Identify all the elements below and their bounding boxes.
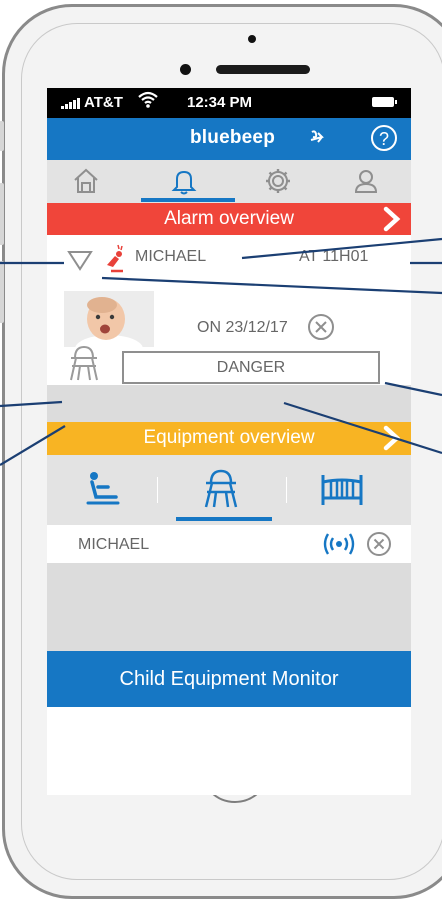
equipment-overview-bar[interactable]: Equipment overview <box>47 422 411 455</box>
dismiss-alarm-icon[interactable] <box>307 313 335 346</box>
tab-car-seat[interactable] <box>84 469 124 514</box>
volume-up-button <box>0 183 4 245</box>
expand-triangle-icon[interactable] <box>67 249 93 276</box>
status-bar: AT&T 12:34 PM <box>47 88 411 118</box>
app-screen: AT&T 12:34 PM bluebeep ? Alarm overview … <box>47 88 411 795</box>
help-button[interactable]: ? <box>371 125 397 151</box>
alarm-time: AT 11H01 <box>299 248 369 265</box>
mute-switch <box>0 121 4 151</box>
volume-down-button <box>0 261 4 323</box>
equipment-tab-bar <box>47 455 411 525</box>
remove-device-icon[interactable] <box>366 531 392 562</box>
equipment-tab-indicator <box>176 517 272 521</box>
tab-profile[interactable] <box>351 166 387 198</box>
home-icon <box>71 168 101 200</box>
crib-icon <box>320 475 364 511</box>
signal-broadcast-icon <box>321 532 357 561</box>
front-camera <box>180 64 191 75</box>
signal-icon <box>61 98 80 109</box>
alarm-child-name: MICHAEL <box>135 248 207 265</box>
tab-settings[interactable] <box>263 166 299 198</box>
tab-crib[interactable] <box>320 471 364 512</box>
device-row[interactable]: MICHAEL <box>47 525 411 563</box>
proximity-sensor <box>248 35 256 43</box>
user-icon <box>351 170 381 200</box>
tab-separator <box>157 477 158 503</box>
app-logo: bluebeep <box>190 127 276 148</box>
tab-home[interactable] <box>71 166 107 198</box>
clock: 12:34 PM <box>187 94 253 111</box>
gear-icon <box>263 169 293 200</box>
section-spacer <box>47 385 411 422</box>
main-tab-bar <box>47 160 411 203</box>
child-photo <box>64 291 154 347</box>
tab-separator <box>286 477 287 503</box>
status-badge: DANGER <box>122 351 380 384</box>
alarm-overview-bar[interactable]: Alarm overview <box>47 203 411 235</box>
tab-high-chair[interactable] <box>201 467 241 514</box>
chevron-right-icon <box>381 425 403 458</box>
alarm-overview-title: Alarm overview <box>164 208 294 229</box>
car-seat-icon <box>84 472 124 513</box>
logo-mark-icon <box>309 126 331 154</box>
wifi-icon <box>137 90 159 113</box>
footer-banner: Child Equipment Monitor <box>47 651 411 707</box>
app-header: bluebeep ? <box>47 118 411 160</box>
battery-icon <box>372 97 397 107</box>
equipment-overview-title: Equipment overview <box>143 427 315 448</box>
tab-active-indicator <box>141 198 235 202</box>
earpiece-speaker <box>216 65 310 74</box>
device-name: MICHAEL <box>78 536 150 553</box>
high-chair-outline-icon <box>68 344 100 387</box>
carrier-label: AT&T <box>84 94 123 111</box>
empty-list-area <box>47 563 411 651</box>
alarm-date: ON 23/12/17 <box>197 319 288 336</box>
child-alarm-icon <box>101 243 127 278</box>
high-chair-icon <box>201 469 241 513</box>
alarm-card: MICHAEL AT 11H01 ON 23/12/17 DANGER <box>47 235 411 385</box>
tab-alarms[interactable] <box>169 166 205 198</box>
